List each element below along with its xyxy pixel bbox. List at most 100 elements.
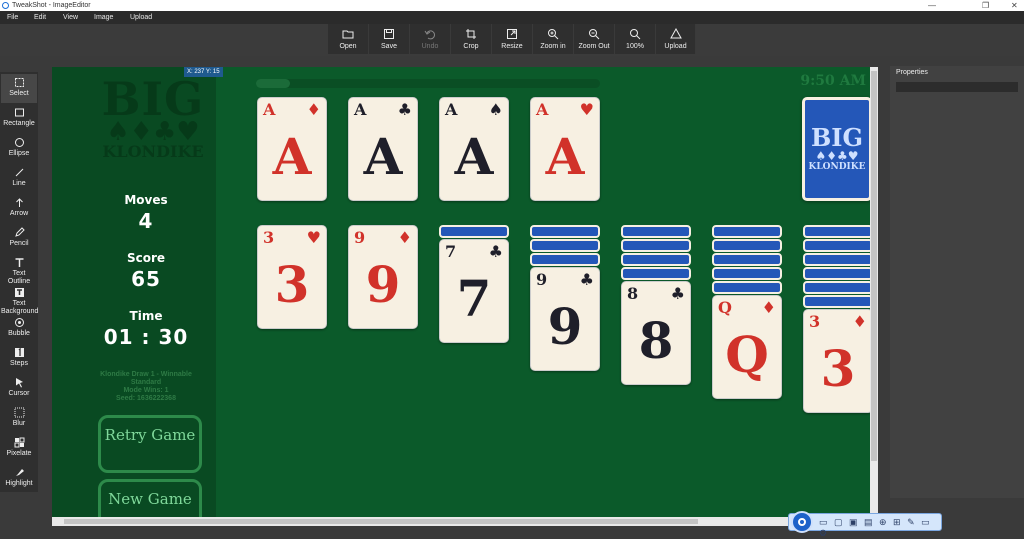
tableau-card[interactable]: 7 ♣ 7 [439, 239, 509, 343]
game-variant: Standard [130, 379, 162, 386]
tableau-card[interactable]: 9 ♣ 9 [530, 267, 600, 371]
vertical-scroll-thumb[interactable] [871, 71, 877, 461]
tableau-card[interactable]: 8 ♣ 8 [621, 281, 691, 385]
logo-name: KLONDIKE [102, 142, 204, 161]
properties-panel: Properties [890, 66, 1024, 498]
stock-logo-big: BIG [810, 123, 863, 152]
resize-button[interactable]: Resize [492, 24, 533, 54]
toolbar-group: Open Save Undo Crop Resize Zoom in Zoom … [328, 24, 696, 54]
stock-logo-name: KLONDIKE [808, 162, 866, 172]
tool-label: Blur [12, 420, 26, 427]
tableau-card[interactable]: 3 ♦ 3 [803, 309, 870, 413]
coordinate-readout: X: 237 Y: 15 [184, 67, 223, 77]
upload-icon [669, 28, 682, 39]
properties-title: Properties [896, 69, 928, 76]
card-big-rank: A [545, 127, 585, 186]
foundation-card-3[interactable]: A ♠ A [439, 97, 509, 201]
zoom-in-button[interactable]: Zoom in [533, 24, 574, 54]
tool-pencil[interactable]: Pencil [1, 224, 37, 253]
menu-upload[interactable]: Upload [130, 11, 152, 24]
game-clock: 9:50 AM [800, 73, 866, 89]
stock-pile[interactable]: BIG ♠♦♣♥ KLONDIKE [802, 97, 870, 201]
tool-select[interactable]: Select [1, 74, 37, 103]
window-title: TweakShot - ImageEditor [12, 2, 91, 9]
upload-button[interactable]: Upload [656, 24, 696, 54]
zoom-out-label: Zoom Out [578, 43, 610, 50]
rectangle-icon [14, 108, 24, 117]
new-game-button[interactable]: New Game [98, 479, 202, 517]
tool-ellipse[interactable]: Ellipse [1, 134, 37, 163]
card-suit: ♣ [670, 284, 685, 303]
game-wins: Mode Wins: 1 [123, 387, 169, 394]
tool-label: Bubble [8, 330, 30, 337]
tableau-card[interactable]: 3 ♥ 3 [257, 225, 327, 329]
card-big-rank: A [272, 127, 312, 186]
foundation-card-4[interactable]: A ♥ A [530, 97, 600, 201]
tool-steps[interactable]: Steps [1, 344, 37, 373]
menu-view[interactable]: View [63, 11, 78, 24]
card-big-rank: 3 [820, 339, 856, 398]
minimize-button[interactable]: — [928, 0, 936, 11]
capture-tool-icons[interactable]: ▭ ▢ ▣ ▤ ⊕ ⊞ ✎ ▭ ⚙ [819, 517, 941, 539]
ellipse-icon [14, 138, 24, 147]
card-rank: Q [718, 298, 732, 317]
capture-record-button[interactable] [791, 511, 813, 533]
menu-file[interactable]: File [7, 11, 18, 24]
open-button[interactable]: Open [328, 24, 369, 54]
tool-highlight[interactable]: Highlight [1, 464, 37, 493]
foundation-card-2[interactable]: A ♣ A [348, 97, 418, 201]
card-suit: ♥ [579, 100, 594, 119]
properties-field[interactable] [896, 82, 1018, 92]
tool-rectangle[interactable]: Rectangle [1, 104, 37, 133]
tool-text-background[interactable]: Text Background [1, 284, 38, 315]
close-button[interactable]: ✕ [1011, 0, 1018, 11]
tool-label: Pencil [9, 240, 29, 247]
card-big-rank: 7 [456, 269, 492, 328]
face-down-card [803, 281, 870, 294]
tool-cursor[interactable]: Cursor [1, 374, 37, 403]
tool-label: Rectangle [3, 120, 35, 127]
tool-line[interactable]: Line [1, 164, 37, 193]
horizontal-scrollbar[interactable] [52, 517, 870, 526]
cursor-icon [15, 378, 23, 388]
save-button[interactable]: Save [369, 24, 410, 54]
tool-label: Cursor [8, 390, 30, 397]
tool-arrow[interactable]: Arrow [1, 194, 37, 223]
menu-bar: File Edit View Image Upload [0, 11, 1024, 24]
card-suit: ♦ [397, 228, 412, 247]
zoom-out-button[interactable]: Zoom Out [574, 24, 615, 54]
vertical-scrollbar[interactable] [870, 67, 878, 517]
horizontal-scroll-thumb[interactable] [64, 519, 698, 524]
record-icon [798, 518, 806, 526]
tool-text-outline[interactable]: Text Outline [1, 254, 37, 285]
face-down-card [803, 267, 870, 280]
crop-icon [466, 29, 476, 39]
face-down-card [621, 267, 691, 280]
tableau-card[interactable]: 9 ♦ 9 [348, 225, 418, 329]
foundation-card-1[interactable]: A ♦ A [257, 97, 327, 201]
main-toolbar: Open Save Undo Crop Resize Zoom in Zoom … [0, 24, 1024, 56]
zoom-100-button[interactable]: 100% [615, 24, 656, 54]
tool-blur[interactable]: Blur [1, 404, 37, 433]
restore-button[interactable]: ❐ [982, 0, 989, 11]
card-rank: 9 [536, 270, 548, 289]
tool-pixelate[interactable]: Pixelate [1, 434, 37, 463]
bubble-icon [14, 318, 24, 327]
select-icon [14, 78, 24, 87]
menu-image[interactable]: Image [94, 11, 113, 24]
retry-game-button[interactable]: Retry Game [98, 415, 202, 473]
crop-button[interactable]: Crop [451, 24, 492, 54]
undo-label: Undo [421, 43, 439, 50]
undo-button[interactable]: Undo [410, 24, 451, 54]
face-down-card [621, 253, 691, 266]
tool-bubble[interactable]: Bubble [1, 314, 37, 343]
menu-edit[interactable]: Edit [34, 11, 46, 24]
card-suit: ♣ [397, 100, 412, 119]
text-outline-icon [15, 258, 23, 267]
moves-value: 4 [138, 209, 154, 233]
card-rank: 9 [354, 228, 366, 247]
tableau-card[interactable]: Q ♦ Q [712, 295, 782, 399]
face-down-card [712, 253, 782, 266]
image-canvas[interactable]: BIG ♠♦♣♥ KLONDIKE Moves 4 Score 65 Time … [52, 67, 870, 517]
crop-label: Crop [463, 43, 479, 50]
